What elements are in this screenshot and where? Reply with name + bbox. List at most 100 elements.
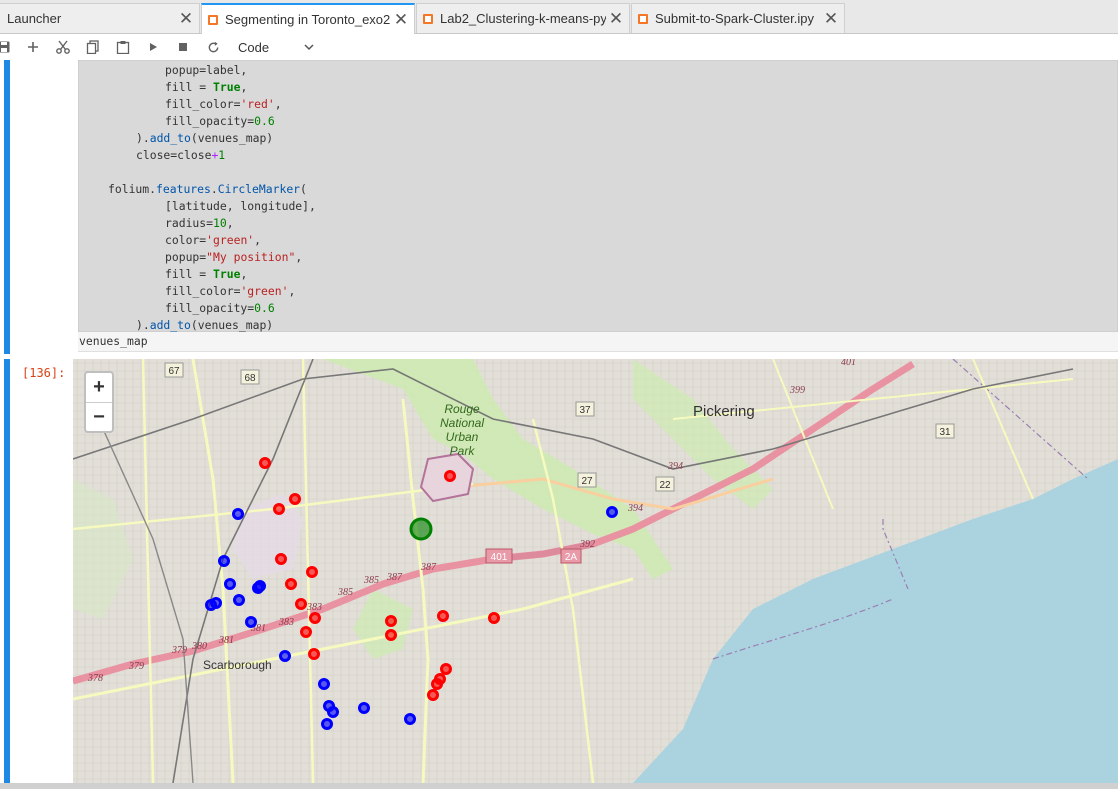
tab-label: Submit-to-Spark-Cluster.ipy (655, 11, 814, 26)
route-shield: 27 (581, 476, 593, 487)
tab-submit-spark[interactable]: Submit-to-Spark-Cluster.ipy ✕ (631, 3, 845, 33)
venue-marker-red[interactable] (285, 578, 297, 590)
status-bar (0, 783, 1118, 789)
road-number: 392 (579, 539, 595, 550)
venue-marker-red[interactable] (437, 610, 449, 622)
close-icon[interactable]: ✕ (606, 9, 626, 29)
venue-marker-red[interactable] (295, 598, 307, 610)
tab-bar: Launcher ✕ Segmenting in Toronto_exo2 ✕ … (0, 0, 1118, 34)
tab-label: Segmenting in Toronto_exo2 (225, 12, 391, 27)
venue-marker-blue[interactable] (205, 599, 217, 611)
venue-marker-blue[interactable] (404, 713, 416, 725)
park-label-line: Urban (446, 430, 479, 444)
cell-selection-bar (4, 60, 10, 354)
venue-marker-blue[interactable] (245, 616, 257, 628)
stop-icon[interactable] (174, 37, 192, 57)
code-line: radius=10, (165, 216, 234, 230)
venue-marker-red[interactable] (309, 612, 321, 624)
venue-marker-red[interactable] (289, 493, 301, 505)
venue-marker-blue[interactable] (233, 594, 245, 606)
tab-lab2-clustering[interactable]: Lab2_Clustering-k-means-py ✕ (416, 3, 630, 33)
tab-launcher[interactable]: Launcher ✕ (0, 3, 200, 33)
close-icon[interactable]: ✕ (821, 9, 841, 29)
restart-icon[interactable] (204, 37, 222, 57)
venue-marker-red[interactable] (385, 615, 397, 627)
run-icon[interactable] (144, 37, 162, 57)
code-editor[interactable]: popup=label, fill = True, fill_color='re… (78, 60, 1118, 332)
copy-icon[interactable] (84, 37, 102, 57)
city-label-scarborough: Scarborough (203, 658, 272, 672)
venue-marker-blue[interactable] (327, 706, 339, 718)
code-line: fill_color='red', (165, 97, 282, 111)
venue-marker-red[interactable] (259, 457, 271, 469)
venue-marker-red[interactable] (488, 612, 500, 624)
my-position-marker[interactable] (409, 517, 433, 541)
code-line: fill_opacity=0.6 (165, 114, 275, 128)
route-shield: 401 (491, 552, 508, 563)
venue-marker-red[interactable] (431, 678, 443, 690)
zoom-in-button[interactable]: + (86, 373, 112, 403)
venue-marker-red[interactable] (440, 663, 452, 675)
map-canvas[interactable]: 67 68 37 31 27 22 401 2A 401 399 394 394… (73, 359, 1118, 783)
venue-marker-red[interactable] (427, 689, 439, 701)
venue-marker-blue[interactable] (218, 555, 230, 567)
road-number: 401 (841, 359, 856, 368)
venue-marker-blue[interactable] (224, 578, 236, 590)
road-number: 385 (363, 575, 379, 586)
road-number: 379 (171, 645, 187, 656)
venue-marker-red[interactable] (444, 470, 456, 482)
code-line: fill = True, (165, 80, 248, 94)
venue-marker-blue[interactable] (358, 702, 370, 714)
venue-marker-blue[interactable] (321, 718, 333, 730)
venue-marker-red[interactable] (306, 566, 318, 578)
route-shield: 2A (565, 552, 578, 563)
road-number: 380 (191, 641, 207, 652)
venue-marker-red[interactable] (300, 626, 312, 638)
folium-map[interactable]: 67 68 37 31 27 22 401 2A 401 399 394 394… (73, 359, 1118, 783)
output-bar (4, 359, 10, 783)
notebook-panel: popup=label, fill = True, fill_color='re… (0, 60, 1118, 789)
code-line: fill_opacity=0.6 (165, 301, 275, 315)
park-label-line: Rouge (444, 402, 480, 416)
code-line: popup="My position", (165, 250, 303, 264)
venue-marker-blue[interactable] (232, 508, 244, 520)
venue-marker-blue[interactable] (606, 506, 618, 518)
venue-marker-red[interactable] (385, 629, 397, 641)
road-number: 383 (278, 617, 294, 628)
tab-segmenting-toronto[interactable]: Segmenting in Toronto_exo2 ✕ (201, 3, 415, 34)
output-prompt: [136]: (22, 366, 66, 380)
cell-type-select[interactable]: Code (232, 37, 314, 57)
venue-marker-red[interactable] (275, 553, 287, 565)
road-number: 381 (218, 635, 234, 646)
code-line: fill_color='green', (165, 284, 296, 298)
park-label-line: Park (450, 444, 476, 458)
road-number: 387 (386, 572, 403, 583)
code-line: ).add_to(venues_map) (136, 131, 274, 145)
zoom-out-button[interactable]: − (86, 403, 112, 432)
scissors-icon[interactable] (54, 37, 72, 57)
venue-marker-blue[interactable] (252, 582, 264, 594)
venue-marker-blue[interactable] (318, 678, 330, 690)
venue-marker-red[interactable] (308, 648, 320, 660)
notebook-icon (423, 13, 433, 24)
notebook-toolbar: Code (0, 34, 1118, 61)
zoom-control: + − (84, 371, 114, 433)
road-number: 394 (667, 461, 683, 472)
close-icon[interactable]: ✕ (391, 10, 411, 30)
road-number: 385 (337, 587, 353, 598)
close-icon[interactable]: ✕ (176, 9, 196, 29)
tab-label: Launcher (7, 11, 62, 26)
code-line-last[interactable]: venues_map (78, 332, 1118, 352)
code-line: popup=label, (165, 63, 248, 77)
save-icon[interactable] (0, 37, 12, 57)
notebook-icon (208, 14, 218, 25)
paste-icon[interactable] (114, 37, 132, 57)
code-line: close=close+1 (136, 148, 226, 162)
plus-icon[interactable] (24, 37, 42, 57)
road-number: 387 (420, 562, 437, 573)
code-line: fill = True, (165, 267, 248, 281)
code-line: color='green', (165, 233, 262, 247)
route-shield: 22 (659, 480, 671, 491)
venue-marker-blue[interactable] (279, 650, 291, 662)
venue-marker-red[interactable] (273, 503, 285, 515)
